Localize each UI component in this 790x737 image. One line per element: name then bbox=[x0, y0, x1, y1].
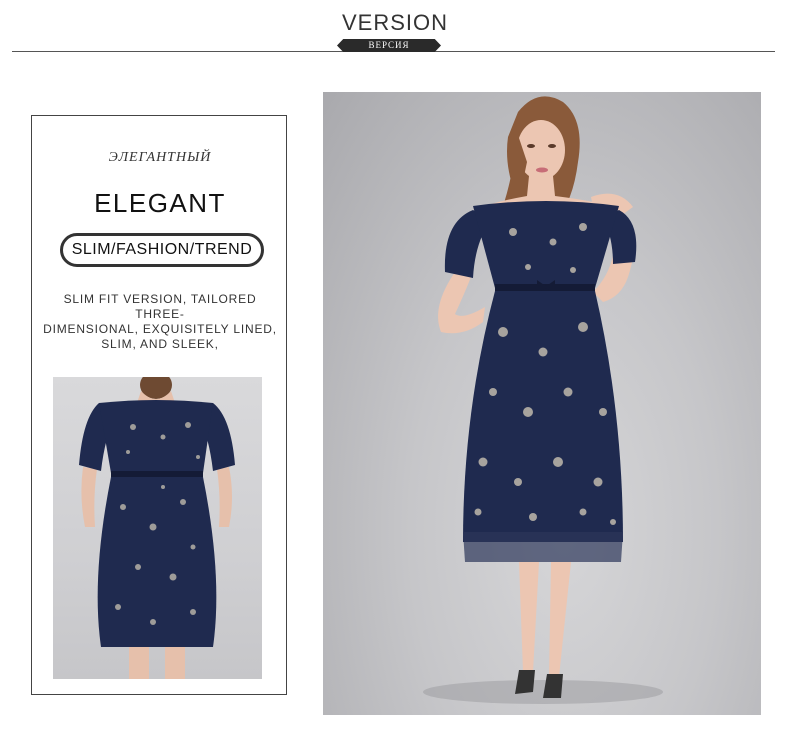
dress-back-photo bbox=[53, 377, 262, 679]
description-line: SLIM, AND SLEEK, bbox=[101, 337, 219, 351]
card-title: ELEGANT bbox=[94, 188, 226, 218]
description-line: SLIM FIT VERSION, TAILORED THREE- bbox=[63, 292, 257, 321]
model-front-photo bbox=[323, 92, 761, 715]
section-subtitle-tag: ВЕРСИЯ bbox=[337, 39, 441, 52]
section-title: VERSION bbox=[341, 10, 449, 35]
feature-pill: SLIM/FASHION/TREND bbox=[60, 233, 264, 267]
card-title-russian: ЭЛЕГАНТНЫЙ bbox=[108, 150, 212, 165]
description-line: DIMENSIONAL, EXQUISITELY LINED, bbox=[43, 322, 277, 336]
card-description: SLIM FIT VERSION, TAILORED THREE- DIMENS… bbox=[40, 292, 280, 352]
info-card: ЭЛЕГАНТНЫЙ ELEGANT SLIM/FASHION/TREND SL… bbox=[31, 115, 287, 695]
